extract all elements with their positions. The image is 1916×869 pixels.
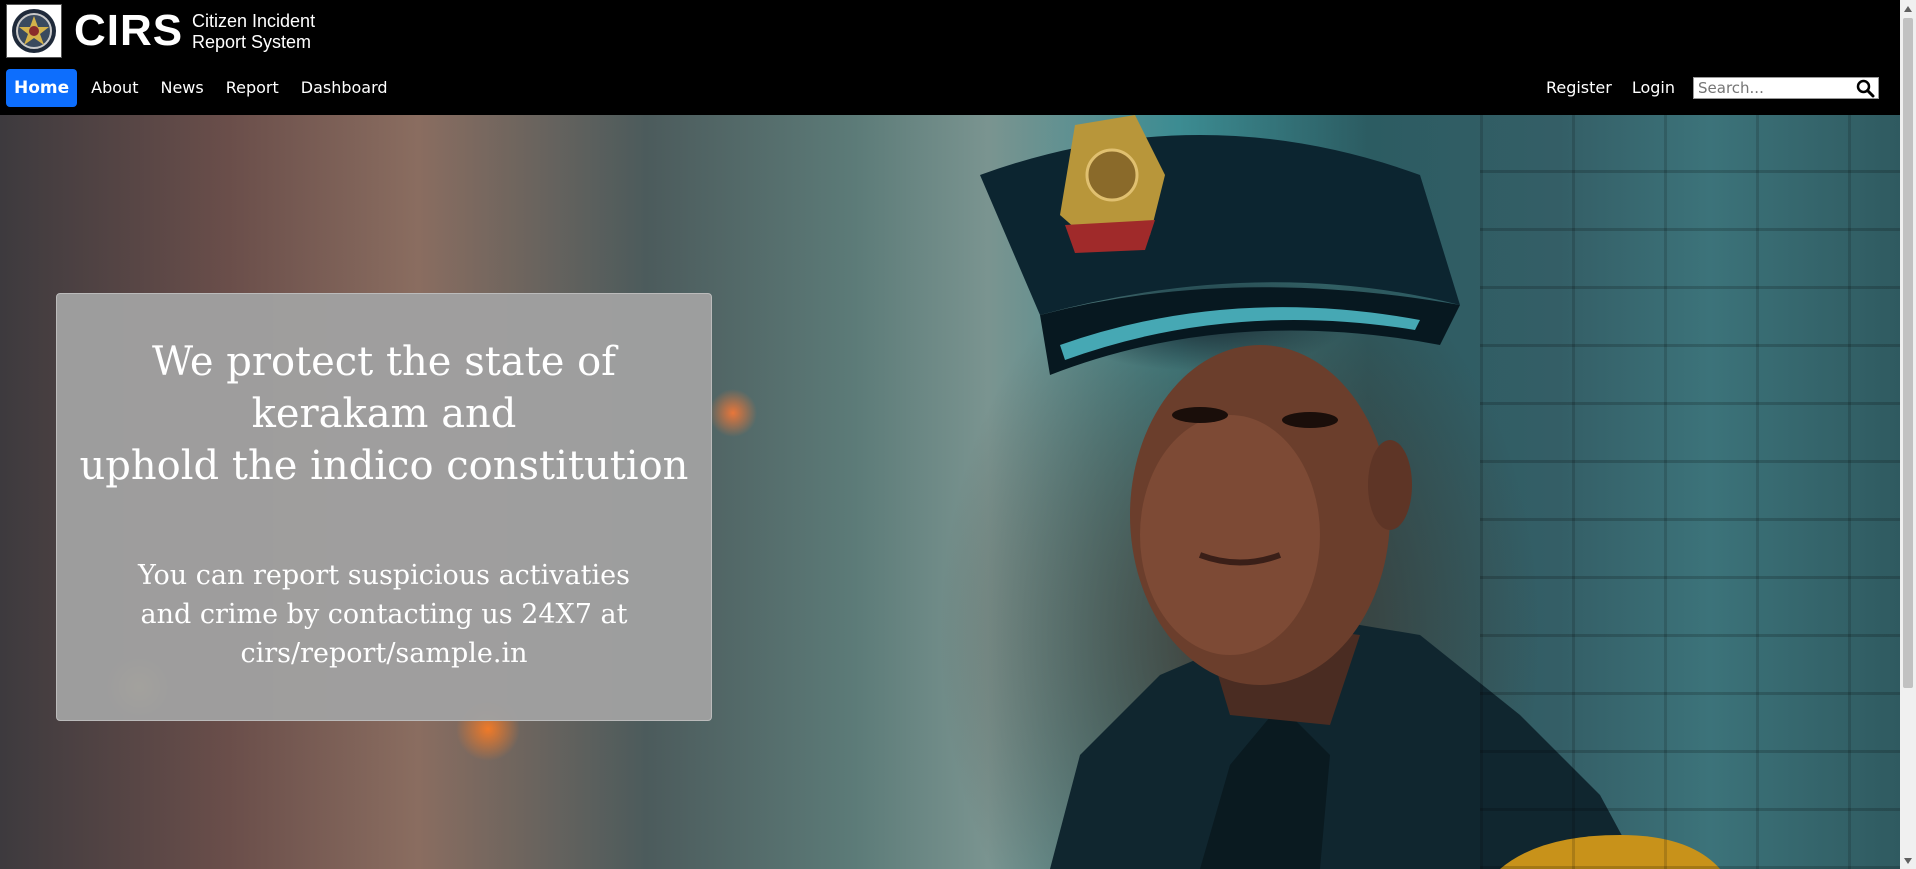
scroll-thumb[interactable] (1903, 18, 1913, 688)
nav-item-dashboard[interactable]: Dashboard (293, 69, 396, 107)
register-link[interactable]: Register (1538, 69, 1620, 107)
nav-item-about[interactable]: About (83, 69, 146, 107)
page-scrollbar[interactable] (1900, 0, 1916, 869)
nav-right: Register Login (1538, 69, 1879, 107)
nav-item-news[interactable]: News (152, 69, 211, 107)
brand-name[interactable]: CIRS (74, 6, 183, 56)
search-icon[interactable] (1856, 79, 1875, 98)
scroll-up-icon[interactable] (1900, 0, 1916, 17)
police-officer-image (980, 115, 1720, 869)
search-input[interactable] (1694, 78, 1848, 98)
hero-banner: We protect the state of kerakam and upho… (0, 115, 1900, 869)
hero-card: We protect the state of kerakam and upho… (56, 293, 712, 721)
nav-item-report[interactable]: Report (218, 69, 287, 107)
hero-title: We protect the state of kerakam and upho… (79, 339, 689, 489)
police-badge-icon[interactable] (6, 4, 62, 58)
search-box (1693, 77, 1879, 99)
scroll-down-icon[interactable] (1900, 852, 1916, 869)
nav-item-home[interactable]: Home (6, 69, 78, 107)
login-link[interactable]: Login (1624, 69, 1683, 107)
brand-subtitle: Citizen Incident Report System (192, 11, 316, 52)
hero-text: You can report suspicious activaties and… (138, 560, 630, 669)
main-nav: Home About News Report Dashboard (6, 69, 402, 107)
site-header: CIRS Citizen Incident Report System Home… (0, 0, 1900, 114)
